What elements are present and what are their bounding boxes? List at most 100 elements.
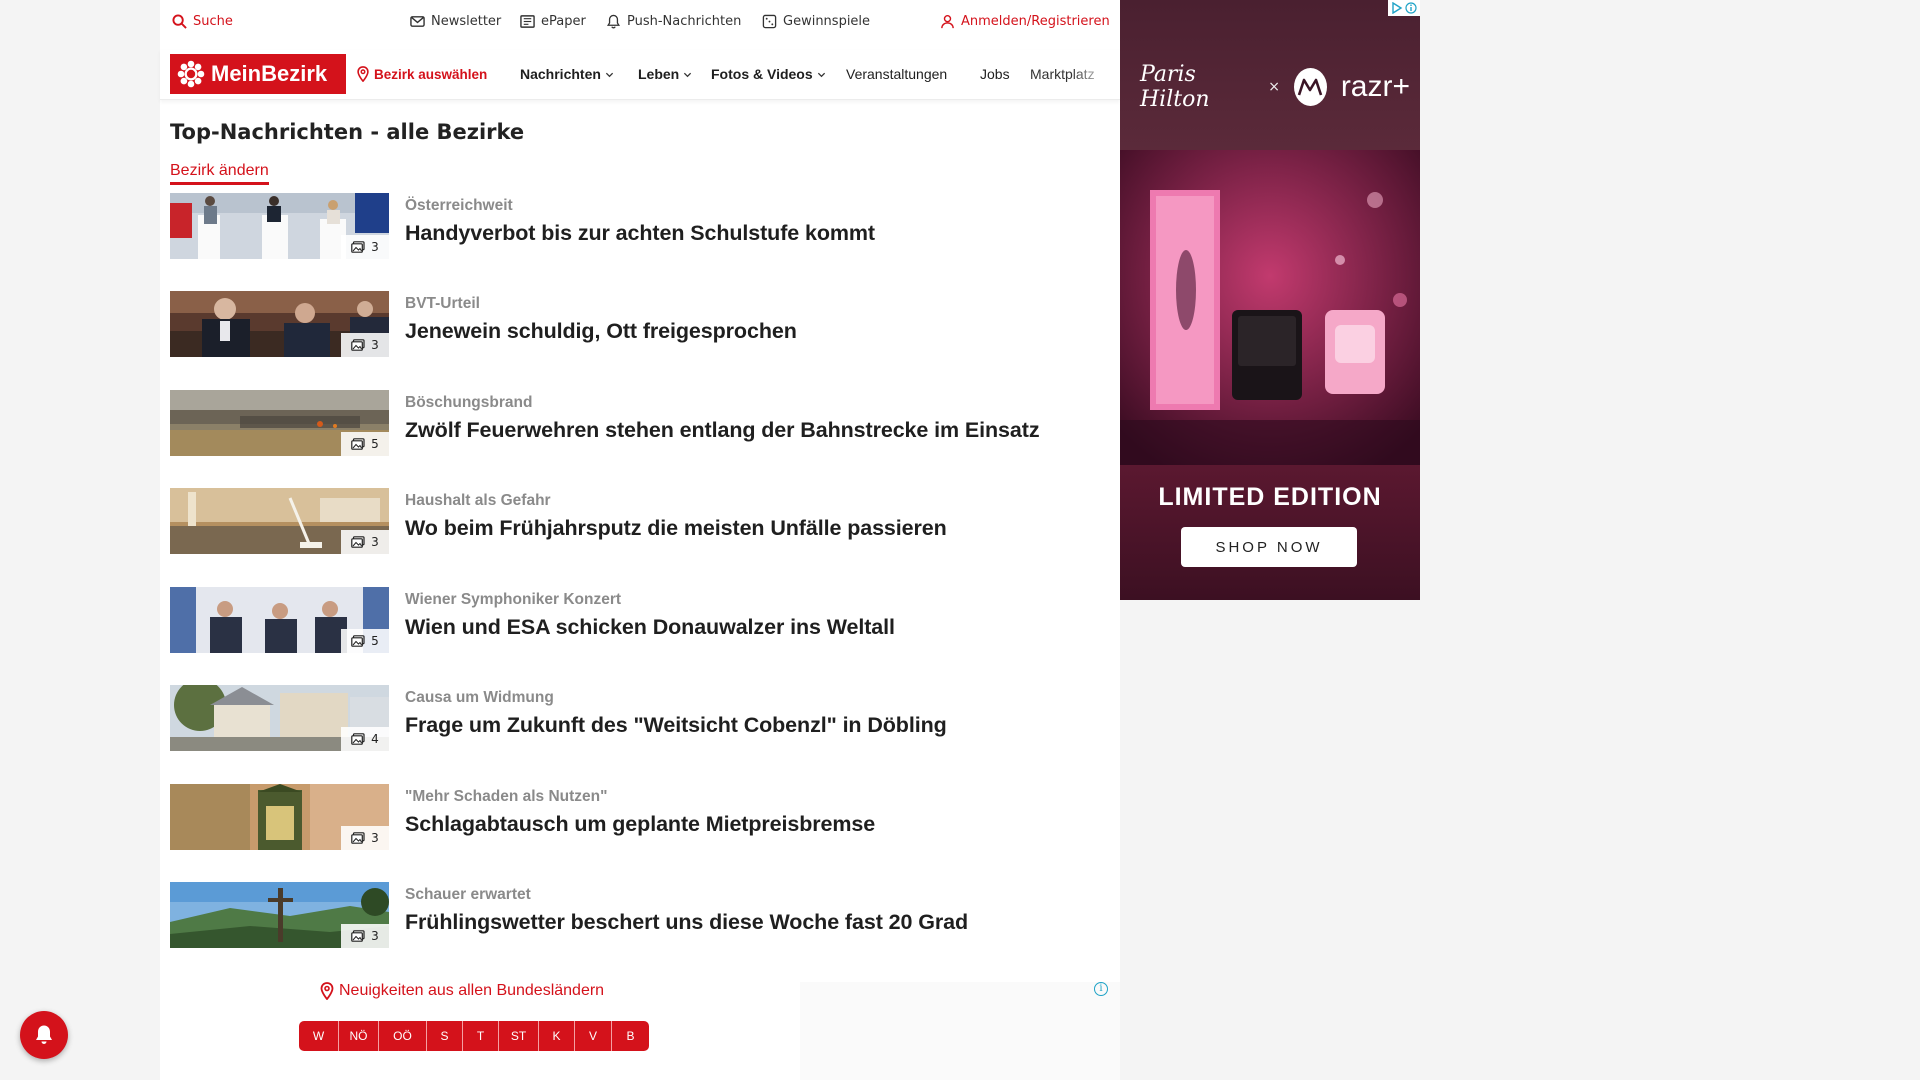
gallery-icon: [351, 930, 365, 942]
article-thumbnail[interactable]: 3: [170, 882, 389, 948]
epaper-link[interactable]: ePaper: [520, 14, 586, 29]
state-button-s[interactable]: S: [427, 1021, 463, 1051]
nav-item-label: Leben: [638, 66, 680, 82]
newsletter-link[interactable]: Newsletter: [410, 14, 501, 29]
bell-icon: [606, 14, 621, 29]
article-kicker: Haushalt als Gefahr: [405, 492, 551, 509]
ad-brand-signature: Paris Hilton: [1140, 62, 1210, 112]
select-bezirk-button[interactable]: Bezirk auswählen: [356, 66, 487, 82]
article-item[interactable]: 3 Österreichweit Handyverbot bis zur ach…: [170, 193, 1110, 261]
gewinnspiele-link[interactable]: Gewinnspiele: [762, 14, 870, 29]
state-button-ooe[interactable]: OÖ: [379, 1021, 427, 1051]
state-button-v[interactable]: V: [575, 1021, 612, 1051]
notification-bell-button[interactable]: [20, 1011, 68, 1059]
article-item[interactable]: 5 Böschungsbrand Zwölf Feuerwehren stehe…: [170, 390, 1110, 458]
article-headline[interactable]: Handyverbot bis zur achten Schulstufe ko…: [405, 221, 875, 246]
ad-brand-row: Paris Hilton × razr+: [1140, 62, 1410, 112]
article-kicker: BVT-Urteil: [405, 295, 480, 312]
article-thumbnail[interactable]: 5: [170, 390, 389, 456]
user-icon: [941, 14, 954, 29]
nav-item-jobs[interactable]: Jobs: [980, 66, 1010, 82]
gallery-icon: [351, 536, 365, 548]
select-bezirk-label: Bezirk auswählen: [374, 66, 488, 82]
article-thumbnail[interactable]: 5: [170, 587, 389, 653]
article-thumbnail[interactable]: 3: [170, 193, 389, 259]
article-kicker: Böschungsbrand: [405, 394, 533, 411]
login-link[interactable]: Anmelden/Registrieren: [940, 14, 1110, 29]
article-headline[interactable]: Wien und ESA schicken Donauwalzer ins We…: [405, 615, 895, 640]
adchoices-icon: [1392, 2, 1403, 14]
article-headline[interactable]: Wo beim Frühjahrsputz die meisten Unfäll…: [405, 516, 947, 541]
nav-item-fotos-videos[interactable]: Fotos & Videos: [711, 66, 826, 82]
state-button-noe[interactable]: NÖ: [339, 1021, 379, 1051]
shop-now-button[interactable]: SHOP NOW: [1181, 527, 1357, 567]
epaper-label: ePaper: [541, 14, 586, 29]
logo-flower-icon: [177, 60, 205, 88]
ad-info-icon[interactable]: i: [1094, 982, 1108, 996]
article-headline[interactable]: Frage um Zukunft des "Weitsicht Cobenzl"…: [405, 713, 947, 738]
location-pin-icon: [357, 66, 369, 82]
search-button[interactable]: Suche: [172, 14, 233, 29]
article-thumbnail[interactable]: 4: [170, 685, 389, 751]
gallery-icon: [351, 339, 365, 351]
page-title: Top-Nachrichten - alle Bezirke: [170, 120, 525, 144]
state-button-b[interactable]: B: [612, 1021, 649, 1051]
nav-item-label: Jobs: [980, 66, 1010, 82]
motorola-logo-icon: [1293, 68, 1327, 106]
ad-bottom-panel: LIMITED EDITION SHOP NOW: [1120, 465, 1420, 600]
article-item[interactable]: 3 BVT-Urteil Jenewein schuldig, Ott frei…: [170, 291, 1110, 359]
photo-count: 5: [371, 634, 379, 648]
article-item[interactable]: 4 Causa um Widmung Frage um Zukunft des …: [170, 685, 1110, 753]
article-thumbnail[interactable]: 3: [170, 784, 389, 850]
article-kicker: Schauer erwartet: [405, 886, 531, 903]
photo-count: 3: [371, 338, 379, 352]
article-item[interactable]: 3 Haushalt als Gefahr Wo beim Frühjahrsp…: [170, 488, 1110, 556]
photo-count-badge: 3: [341, 826, 389, 850]
state-button-w[interactable]: W: [299, 1021, 339, 1051]
photo-count: 3: [371, 929, 379, 943]
state-button-k[interactable]: K: [539, 1021, 575, 1051]
side-ad-banner[interactable]: Paris Hilton × razr+ LIMITED EDITION SHO…: [1120, 0, 1420, 600]
chevron-down-icon: [605, 72, 614, 77]
state-button-t[interactable]: T: [463, 1021, 499, 1051]
photo-count-badge: 3: [341, 235, 389, 259]
bottom-ad-slot: i: [800, 982, 1120, 1080]
nav-item-veranstaltungen[interactable]: Veranstaltungen: [846, 66, 947, 82]
newspaper-icon: [520, 15, 535, 28]
nav-item-label: Fotos & Videos: [711, 66, 813, 82]
article-item[interactable]: 3 Schauer erwartet Frühlingswetter besch…: [170, 882, 1110, 950]
article-kicker: Causa um Widmung: [405, 689, 554, 706]
push-notifications-link[interactable]: Push-Nachrichten: [606, 14, 741, 29]
change-bezirk-link[interactable]: Bezirk ändern: [170, 162, 269, 185]
adchoices-badge[interactable]: [1388, 0, 1420, 16]
meinbezirk-logo[interactable]: MeinBezirk: [170, 54, 346, 94]
article-item[interactable]: 5 Wiener Symphoniker Konzert Wien und ES…: [170, 587, 1110, 655]
photo-count: 5: [371, 437, 379, 451]
article-headline[interactable]: Zwölf Feuerwehren stehen entlang der Bah…: [405, 418, 1040, 443]
info-icon: [1405, 2, 1417, 14]
bell-icon: [36, 1025, 52, 1044]
article-thumbnail[interactable]: 3: [170, 291, 389, 357]
search-label: Suche: [193, 14, 233, 29]
state-selector: W NÖ OÖ S T ST K V B: [299, 1021, 649, 1051]
photo-count: 3: [371, 535, 379, 549]
ad-product-image: [1120, 150, 1420, 465]
state-button-st[interactable]: ST: [499, 1021, 539, 1051]
article-headline[interactable]: Jenewein schuldig, Ott freigesprochen: [405, 319, 797, 344]
nav-item-leben[interactable]: Leben: [638, 66, 692, 82]
photo-count-badge: 3: [341, 333, 389, 357]
photo-count: 3: [371, 831, 379, 845]
nav-item-label: Nachrichten: [520, 66, 601, 82]
article-kicker: Österreichweit: [405, 197, 513, 214]
article-item[interactable]: 3 "Mehr Schaden als Nutzen" Schlagabtaus…: [170, 784, 1110, 852]
chevron-down-icon: [817, 72, 825, 77]
search-icon: [172, 14, 187, 29]
nav-item-nachrichten[interactable]: Nachrichten: [520, 66, 614, 82]
article-headline[interactable]: Schlagabtausch um geplante Mietpreisbrem…: [405, 812, 875, 837]
bundeslaender-title: Neuigkeiten aus allen Bundesländern: [339, 982, 605, 999]
photo-count-badge: 4: [341, 727, 389, 751]
gallery-icon: [351, 635, 365, 647]
article-thumbnail[interactable]: 3: [170, 488, 389, 554]
bundeslaender-link[interactable]: Neuigkeiten aus allen Bundesländern: [320, 982, 604, 1000]
article-headline[interactable]: Frühlingswetter beschert uns diese Woche…: [405, 910, 968, 935]
